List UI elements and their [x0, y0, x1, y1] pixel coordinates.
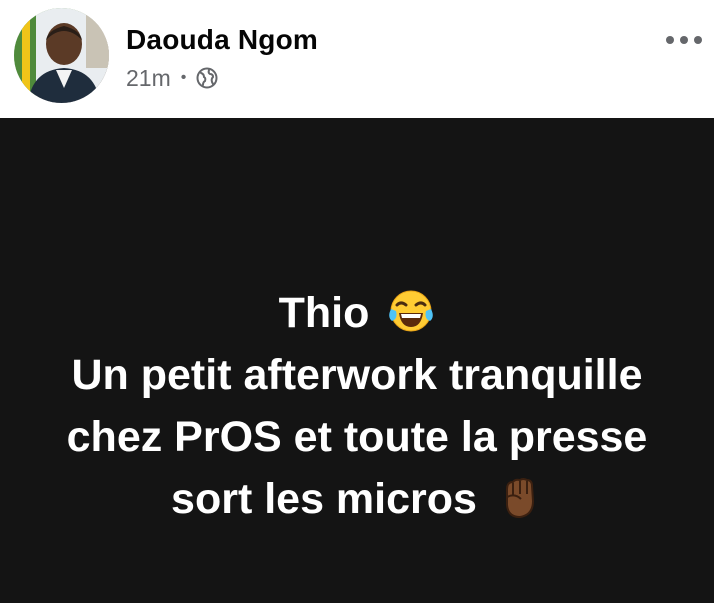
more-options-button[interactable]: [662, 20, 706, 60]
avatar[interactable]: [14, 8, 109, 103]
globe-icon[interactable]: [196, 67, 218, 89]
post-line-text: Thio: [278, 289, 370, 337]
post-timestamp[interactable]: 21m: [126, 65, 171, 92]
meta-separator: •: [180, 69, 187, 86]
post-header: Daouda Ngom 21m •: [0, 0, 714, 118]
post-line-4: sort les micros: [0, 468, 714, 530]
avatar-portrait: [14, 8, 109, 103]
face-with-tears-of-joy-icon: [387, 287, 435, 335]
post-content[interactable]: Thio Un petit afterwork tranquille chez …: [0, 118, 714, 603]
post-meta: 21m •: [126, 64, 218, 92]
post-line-2: Un petit afterwork tranquille: [71, 351, 643, 399]
post-line-1: Thio: [0, 282, 714, 344]
post-line-3: chez PrOS et toute la presse: [66, 413, 648, 461]
facebook-post: Daouda Ngom 21m • Thio Un petit afterwor…: [0, 0, 714, 603]
post-line-text: sort les micros: [171, 475, 477, 523]
author-name[interactable]: Daouda Ngom: [126, 24, 318, 56]
post-text: Thio Un petit afterwork tranquille chez …: [0, 282, 714, 530]
more-options-icon: [666, 36, 702, 44]
raised-fist-icon: [495, 473, 543, 521]
